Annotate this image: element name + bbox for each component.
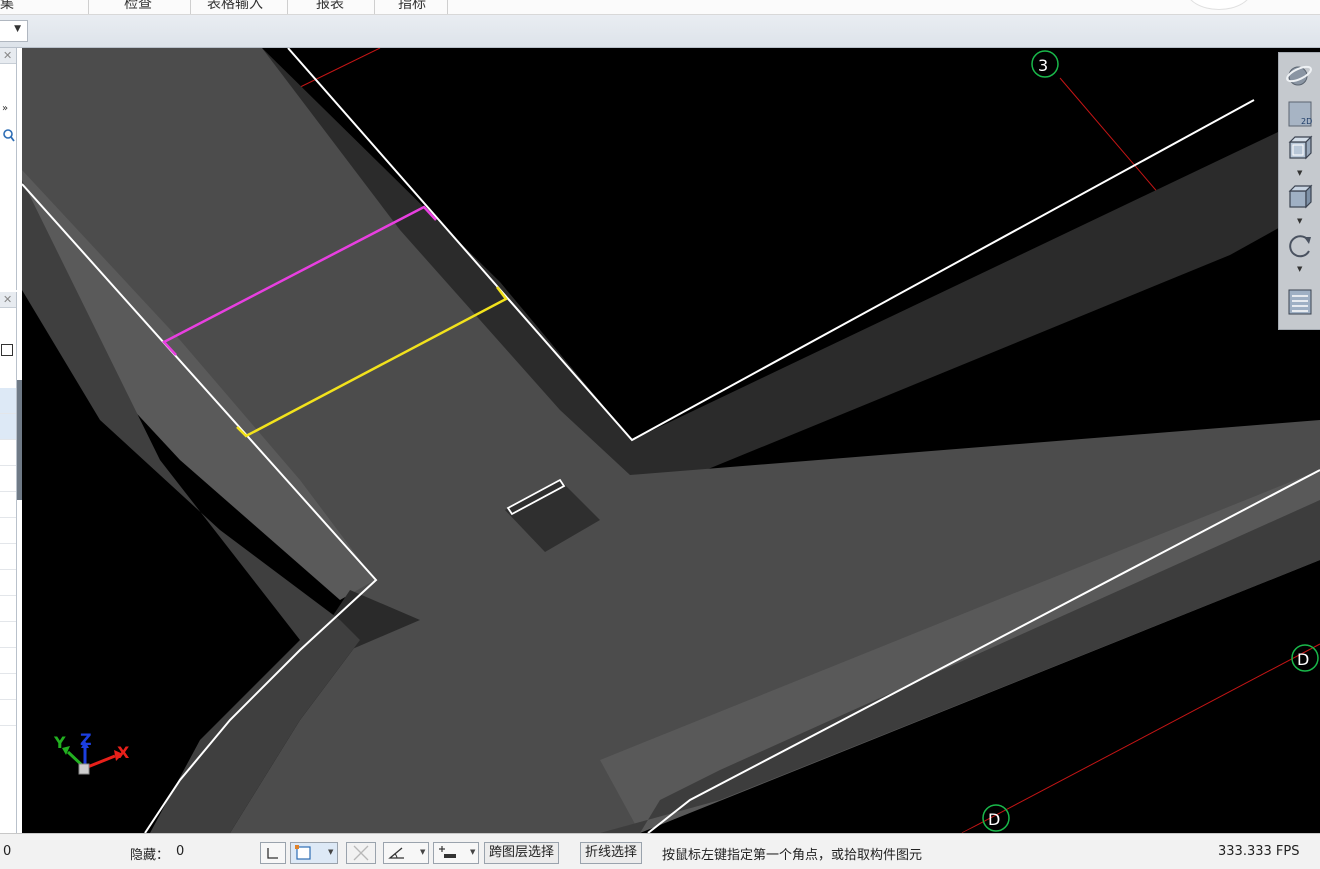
z-axis-label: Z [80, 730, 92, 749]
ribbon-separator [88, 0, 89, 14]
ortho-button[interactable] [260, 842, 286, 864]
ortho-icon [267, 848, 278, 859]
snap-icon [295, 845, 311, 860]
chevron-down-icon[interactable]: ▼ [1297, 169, 1302, 177]
snap-button[interactable]: ▼ [290, 842, 338, 864]
user-avatar[interactable] [1186, 0, 1252, 10]
drawing-canvas[interactable]: 3 D D X Y Z [22, 48, 1320, 833]
list-item[interactable] [0, 518, 16, 544]
chevron-down-icon[interactable]: ▼ [1297, 217, 1302, 225]
axis-origin-cube [78, 763, 90, 775]
grid-label: D [988, 810, 1000, 829]
void-area [962, 660, 1320, 833]
rotate-icon[interactable] [1284, 231, 1316, 261]
chevron-down-icon: ▼ [470, 848, 476, 856]
cross-icon [353, 845, 369, 861]
offset-icon [439, 846, 456, 858]
command-prompt: 按鼠标左键指定第一个角点，或拾取构件图元 [662, 848, 923, 863]
ribbon-separator [374, 0, 375, 14]
list-item[interactable] [0, 622, 16, 648]
floor-select[interactable]: ▼ [0, 20, 28, 42]
drawing-viewport[interactable]: 3 D D X Y Z [22, 48, 1320, 833]
ribbon-tab-build[interactable]: 集 [0, 0, 14, 13]
grid-axis-line [1059, 77, 1167, 203]
3d-view-icon[interactable] [1284, 135, 1316, 165]
y-axis-label: Y [53, 733, 66, 752]
ribbon-tab-index[interactable]: 指标 [398, 0, 426, 13]
list-item[interactable] [0, 648, 16, 674]
x-axis-label: X [117, 743, 130, 762]
ribbon-separator [447, 0, 448, 14]
hidden-count-label: 隐藏： [130, 848, 170, 863]
list-item[interactable] [0, 492, 16, 518]
cross-layer-select-button[interactable]: 跨图层选择 [484, 842, 560, 864]
ribbon-separator [190, 0, 191, 14]
layer-list-icon[interactable] [1284, 287, 1316, 317]
delete-button [346, 842, 376, 864]
search-icon[interactable] [1, 128, 15, 142]
list-item[interactable] [0, 700, 16, 726]
list-item[interactable] [0, 414, 16, 440]
ribbon-tab-table-input[interactable]: 表格输入 [207, 0, 263, 13]
list-item[interactable] [0, 466, 16, 492]
chevron-down-icon: ▼ [14, 24, 21, 34]
chevron-down-icon: ▼ [328, 848, 334, 856]
list-item[interactable] [0, 596, 16, 622]
list-item[interactable] [0, 388, 16, 414]
floor-toolbar: ▼ [0, 15, 1320, 48]
chevron-down-icon: ▼ [420, 848, 426, 856]
ribbon-bar: 集 检查 表格输入 报表 指标 [0, 0, 1320, 15]
component-list-panel: ✕ [0, 292, 17, 833]
hidden-count-value: 0 [176, 844, 185, 859]
angle-icon [388, 847, 404, 859]
grid-label: 3 [1038, 56, 1048, 75]
close-icon[interactable]: ✕ [3, 293, 16, 309]
navigation-panel: ✕ » [0, 48, 17, 290]
polyline-select-button[interactable]: 折线选择 [580, 842, 643, 864]
angle-button[interactable]: ▼ [383, 842, 429, 864]
ribbon-tab-report[interactable]: 报表 [316, 0, 344, 13]
grid-label: D [1297, 650, 1309, 669]
ribbon-tab-check[interactable]: 检查 [124, 0, 152, 13]
offset-button[interactable]: ▼ [433, 842, 479, 864]
expand-icon[interactable]: » [2, 103, 8, 114]
view-toolbar: 2D ▼ ▼ ▼ [1278, 52, 1320, 330]
2d-view-icon[interactable]: 2D [1284, 100, 1316, 130]
list-item[interactable] [0, 674, 16, 700]
axis-gizmo: X Y Z [53, 730, 130, 775]
new-component-icon[interactable] [0, 343, 14, 357]
list-item[interactable] [0, 570, 16, 596]
dynamic-observe-icon[interactable] [1284, 61, 1316, 91]
list-item[interactable] [0, 440, 16, 466]
status-bar: 0 隐藏： 0 ▼ ▼ ▼ 跨图层选择 折线选择 按鼠标左键指定第一个角点，或拾… [0, 833, 1320, 869]
grid-axis-line [289, 48, 381, 93]
ribbon-separator [287, 0, 288, 14]
2d-view-label: 2D [1301, 117, 1312, 126]
fps-readout: 333.333 FPS [1218, 844, 1300, 859]
chevron-down-icon[interactable]: ▼ [1297, 265, 1302, 273]
list-item[interactable] [0, 544, 16, 570]
status-count-value: 0 [3, 844, 12, 859]
box-view-icon[interactable] [1284, 183, 1316, 213]
close-icon[interactable]: ✕ [3, 49, 16, 65]
